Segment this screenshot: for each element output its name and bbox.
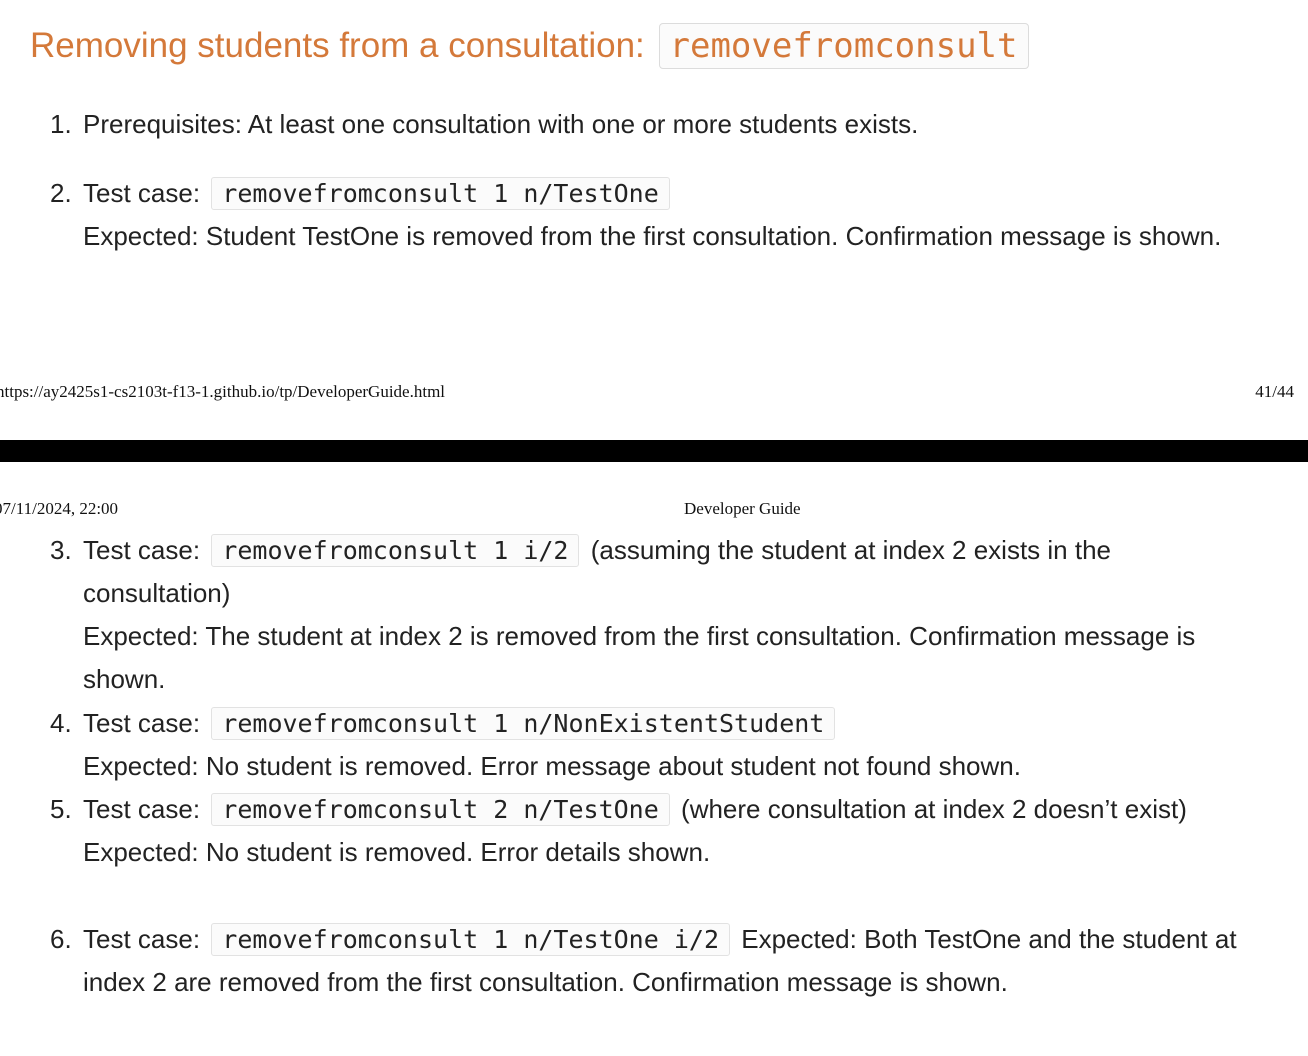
test-case-prefix: Test case: [83,924,201,954]
section-heading-text: Removing students from a consultation: [30,26,645,65]
test-case-command: removefromconsult 1 n/TestOne [211,177,670,210]
test-case-command: removefromconsult 2 n/TestOne [211,793,670,826]
test-case-command: removefromconsult 1 n/TestOne i/2 [211,923,730,956]
print-footer-url: https://ay2425s1-cs2103t-f13-1.github.io… [0,382,446,401]
list-item-body: Test case: removefromconsult 1 n/TestOne… [83,918,1250,1004]
list-item-3: 3. Test case: removefromconsult 1 i/2 (a… [50,529,1250,701]
test-case-prefix: Test case: [83,535,201,565]
list-item-number: 5. [50,794,72,824]
list-item-body: Test case: removefromconsult 2 n/TestOne… [83,788,1250,874]
list-item-number: 1. [50,109,72,139]
print-header-title: Developer Guide [684,499,801,518]
test-case-line: Test case: removefromconsult 1 n/NonExis… [83,702,1250,745]
list-item-number: 6. [50,924,72,954]
page-break-bar [0,440,1308,462]
list-item-2: 2. Test case: removefromconsult 1 n/Test… [50,172,1250,258]
section-heading: Removing students from a consultation: r… [30,18,1029,74]
list-item-body: Test case: removefromconsult 1 i/2 (assu… [83,529,1250,701]
list-item-body: Test case: removefromconsult 1 n/TestOne… [83,172,1250,258]
expected-text: Expected: Student TestOne is removed fro… [83,221,1222,251]
print-header-date: 07/11/2024, 22:00 [0,499,119,518]
list-item-number: 3. [50,535,72,565]
list-item-text: Prerequisites: At least one consultation… [83,109,919,139]
list-item-6: 6. Test case: removefromconsult 1 n/Test… [50,918,1250,1004]
test-case-line: Test case: removefromconsult 2 n/TestOne… [83,788,1250,831]
print-footer-page-number: 41/44 [1255,382,1294,401]
test-case-prefix: Test case: [83,708,201,738]
list-item-1: 1. Prerequisites: At least one consultat… [50,103,1250,146]
list-item-number: 2. [50,178,72,208]
test-case-note: (where consultation at index 2 doesn’t e… [681,794,1187,824]
test-case-command: removefromconsult 1 i/2 [211,534,580,567]
expected-text: Expected: No student is removed. Error m… [83,751,1021,781]
list-item-5: 5. Test case: removefromconsult 2 n/Test… [50,788,1250,874]
test-case-prefix: Test case: [83,178,201,208]
list-item-body: Prerequisites: At least one consultation… [83,103,1250,146]
test-case-line: Test case: removefromconsult 1 i/2 (assu… [83,529,1250,615]
list-item-4: 4. Test case: removefromconsult 1 n/NonE… [50,702,1250,788]
list-item-body: Test case: removefromconsult 1 n/NonExis… [83,702,1250,788]
expected-text: Expected: No student is removed. Error d… [83,837,711,867]
expected-text: Expected: The student at index 2 is remo… [83,621,1196,694]
section-heading-command: removefromconsult [658,23,1029,69]
test-case-prefix: Test case: [83,794,201,824]
test-case-command: removefromconsult 1 n/NonExistentStudent [211,707,836,740]
list-item-number: 4. [50,708,72,738]
test-case-line: Test case: removefromconsult 1 n/TestOne… [83,918,1250,1004]
test-case-line: Test case: removefromconsult 1 n/TestOne [83,172,1250,215]
